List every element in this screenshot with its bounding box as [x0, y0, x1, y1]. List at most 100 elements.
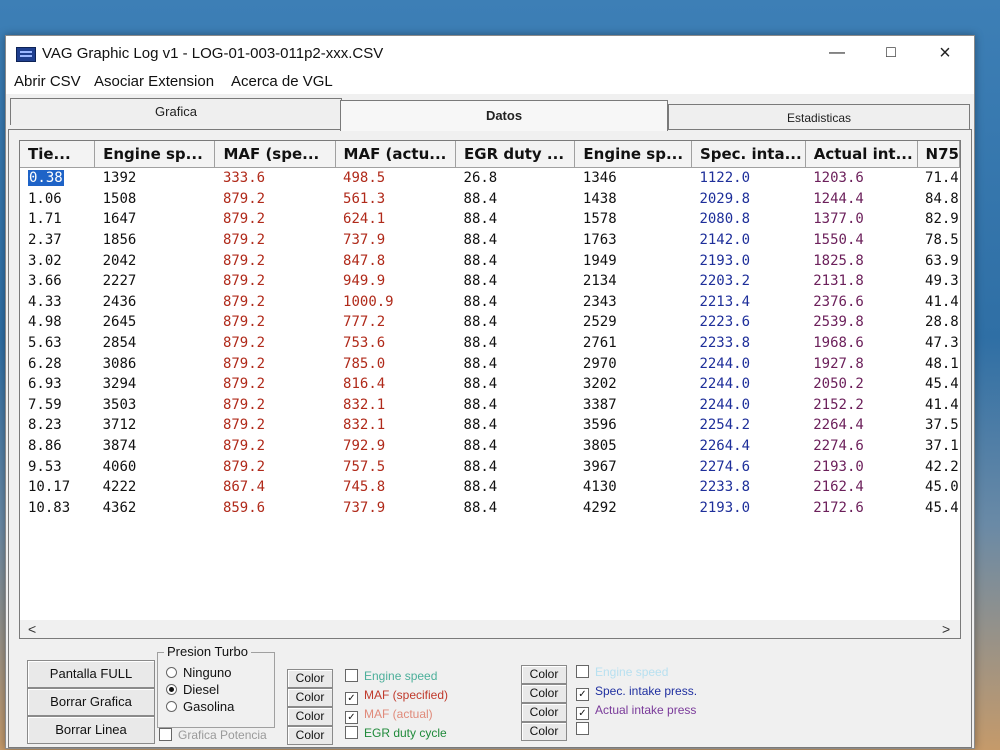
tab-datos[interactable]: Datos	[340, 100, 668, 131]
table-cell[interactable]: 6.28	[20, 353, 95, 374]
table-cell[interactable]: 9.53	[20, 456, 95, 477]
table-row[interactable]: 1.71 1647 879.2 624.1 88.4 1578 2080.8 1377.0 82…	[20, 209, 960, 230]
table-cell[interactable]: 1647	[95, 209, 215, 230]
column-header[interactable]: Tie...	[20, 141, 96, 168]
maximize-icon[interactable]: □	[868, 40, 914, 66]
table-cell[interactable]: 4130	[575, 477, 692, 498]
column-header[interactable]: N75	[917, 141, 960, 168]
table-cell[interactable]: 88.4	[456, 292, 575, 313]
table-cell[interactable]: 82.9	[917, 209, 959, 230]
table-cell[interactable]: 2436	[95, 292, 215, 313]
series-checkbox[interactable]: Engine speed	[345, 669, 437, 683]
table-cell[interactable]: 2152.2	[805, 395, 917, 416]
series-checkbox[interactable]: ✓ MAF (actual)	[345, 707, 433, 724]
menu-asociar-extension[interactable]: Asociar Extension	[94, 73, 214, 90]
table-cell[interactable]: 2254.2	[691, 415, 805, 436]
table-cell[interactable]: 88.4	[456, 436, 575, 457]
table-cell[interactable]: 2854	[95, 333, 215, 354]
table-cell[interactable]: 6.93	[20, 374, 95, 395]
table-cell[interactable]: 847.8	[335, 250, 455, 271]
table-cell[interactable]: 2213.4	[691, 292, 805, 313]
table-cell[interactable]: 2539.8	[805, 312, 917, 333]
table-row[interactable]: 3.02 2042 879.2 847.8 88.4 1949 2193.0 1825.8 63…	[20, 250, 960, 271]
table-cell[interactable]: 2142.0	[691, 230, 805, 251]
table-cell[interactable]: 753.6	[335, 333, 455, 354]
table-cell[interactable]: 757.5	[335, 456, 455, 477]
grafica-potencia-checkbox[interactable]: Grafica Potencia	[159, 728, 267, 742]
table-cell[interactable]: 88.4	[456, 333, 575, 354]
table-cell[interactable]: 2970	[575, 353, 692, 374]
pantalla-full-button[interactable]: Pantalla FULL	[27, 660, 155, 688]
table-cell[interactable]: 2080.8	[691, 209, 805, 230]
table-cell[interactable]: 3294	[95, 374, 215, 395]
table-cell[interactable]: 3874	[95, 436, 215, 457]
series-checkbox[interactable]: ✓ MAF (specified)	[345, 688, 448, 705]
table-cell[interactable]: 41.4	[917, 292, 959, 313]
radio-gasolina[interactable]: Gasolina	[166, 699, 234, 714]
table-cell[interactable]: 867.4	[215, 477, 335, 498]
table-cell[interactable]: 1346	[575, 168, 692, 189]
table-row[interactable]: 10.83 4362 859.6 737.9 88.4 4292 2193.0 2172.6 4…	[20, 498, 960, 519]
column-header[interactable]: Spec. inta...	[691, 141, 806, 168]
table-row[interactable]: 6.28 3086 879.2 785.0 88.4 2970 2244.0 1927.8 48…	[20, 353, 960, 374]
table-cell[interactable]: 88.4	[456, 312, 575, 333]
table-row[interactable]: 6.93 3294 879.2 816.4 88.4 3202 2244.0 2050.2 45…	[20, 374, 960, 395]
table-cell[interactable]: 2376.6	[805, 292, 917, 313]
table-cell[interactable]: 949.9	[335, 271, 455, 292]
scroll-right-icon[interactable]: >	[942, 620, 950, 638]
table-cell[interactable]: 2162.4	[805, 477, 917, 498]
table-cell[interactable]: 37.5	[917, 415, 959, 436]
table-cell[interactable]: 10.83	[20, 498, 95, 519]
table-cell[interactable]: 879.2	[215, 312, 335, 333]
table-cell[interactable]: 1856	[95, 230, 215, 251]
table-cell[interactable]: 2193.0	[805, 456, 917, 477]
table-cell[interactable]: 37.1	[917, 436, 959, 457]
table-cell[interactable]: 2134	[575, 271, 692, 292]
table-cell[interactable]: 45.4	[917, 498, 959, 519]
table-cell[interactable]: 88.4	[456, 271, 575, 292]
table-cell[interactable]: 2274.6	[691, 456, 805, 477]
table-cell[interactable]: 737.9	[335, 498, 455, 519]
column-header[interactable]: EGR duty ...	[455, 141, 576, 168]
table-cell[interactable]: 2761	[575, 333, 692, 354]
data-grid[interactable]: Tie... Engine sp... MAF (spe... MAF (actu..…	[19, 140, 961, 622]
table-cell[interactable]: 3712	[95, 415, 215, 436]
table-cell[interactable]: 879.2	[215, 395, 335, 416]
column-header[interactable]: Actual int...	[805, 141, 918, 168]
table-cell[interactable]: 88.4	[456, 250, 575, 271]
table-cell[interactable]: 88.4	[456, 477, 575, 498]
table-cell[interactable]: 4362	[95, 498, 215, 519]
table-row[interactable]: 7.59 3503 879.2 832.1 88.4 3387 2244.0 2152.2 41…	[20, 395, 960, 416]
table-cell[interactable]: 88.4	[456, 395, 575, 416]
table-cell[interactable]: 832.1	[335, 415, 455, 436]
table-cell[interactable]: 879.2	[215, 456, 335, 477]
table-cell[interactable]: 8.23	[20, 415, 95, 436]
color-button-5[interactable]: Color	[521, 665, 567, 684]
table-cell[interactable]: 879.2	[215, 436, 335, 457]
table-cell[interactable]: 2203.2	[691, 271, 805, 292]
series-checkbox[interactable]	[576, 722, 595, 736]
table-cell[interactable]: 1968.6	[805, 333, 917, 354]
table-cell[interactable]: 3.02	[20, 250, 95, 271]
table-cell[interactable]: 2244.0	[691, 374, 805, 395]
table-cell[interactable]: 7.59	[20, 395, 95, 416]
series-checkbox[interactable]: Engine speed	[576, 665, 668, 679]
table-cell[interactable]: 879.2	[215, 333, 335, 354]
color-button-8[interactable]: Color	[521, 722, 567, 741]
table-cell[interactable]: 2244.0	[691, 395, 805, 416]
table-row[interactable]: 4.33 2436 879.2 1000.9 88.4 2343 2213.4 2376.6 4…	[20, 292, 960, 313]
table-cell[interactable]: 63.9	[917, 250, 959, 271]
table-cell[interactable]: 2223.6	[691, 312, 805, 333]
table-cell[interactable]: 2645	[95, 312, 215, 333]
table-cell[interactable]: 2343	[575, 292, 692, 313]
table-cell[interactable]: 26.8	[456, 168, 575, 189]
table-cell[interactable]: 1578	[575, 209, 692, 230]
close-icon[interactable]: ×	[922, 40, 968, 66]
menu-acerca-de[interactable]: Acerca de VGL	[231, 73, 333, 90]
table-cell[interactable]: 2172.6	[805, 498, 917, 519]
column-header[interactable]: MAF (spe...	[214, 141, 336, 168]
table-cell[interactable]: 47.3	[917, 333, 959, 354]
color-button-6[interactable]: Color	[521, 684, 567, 703]
table-cell[interactable]: 4292	[575, 498, 692, 519]
table-cell[interactable]: 1244.4	[805, 189, 917, 210]
